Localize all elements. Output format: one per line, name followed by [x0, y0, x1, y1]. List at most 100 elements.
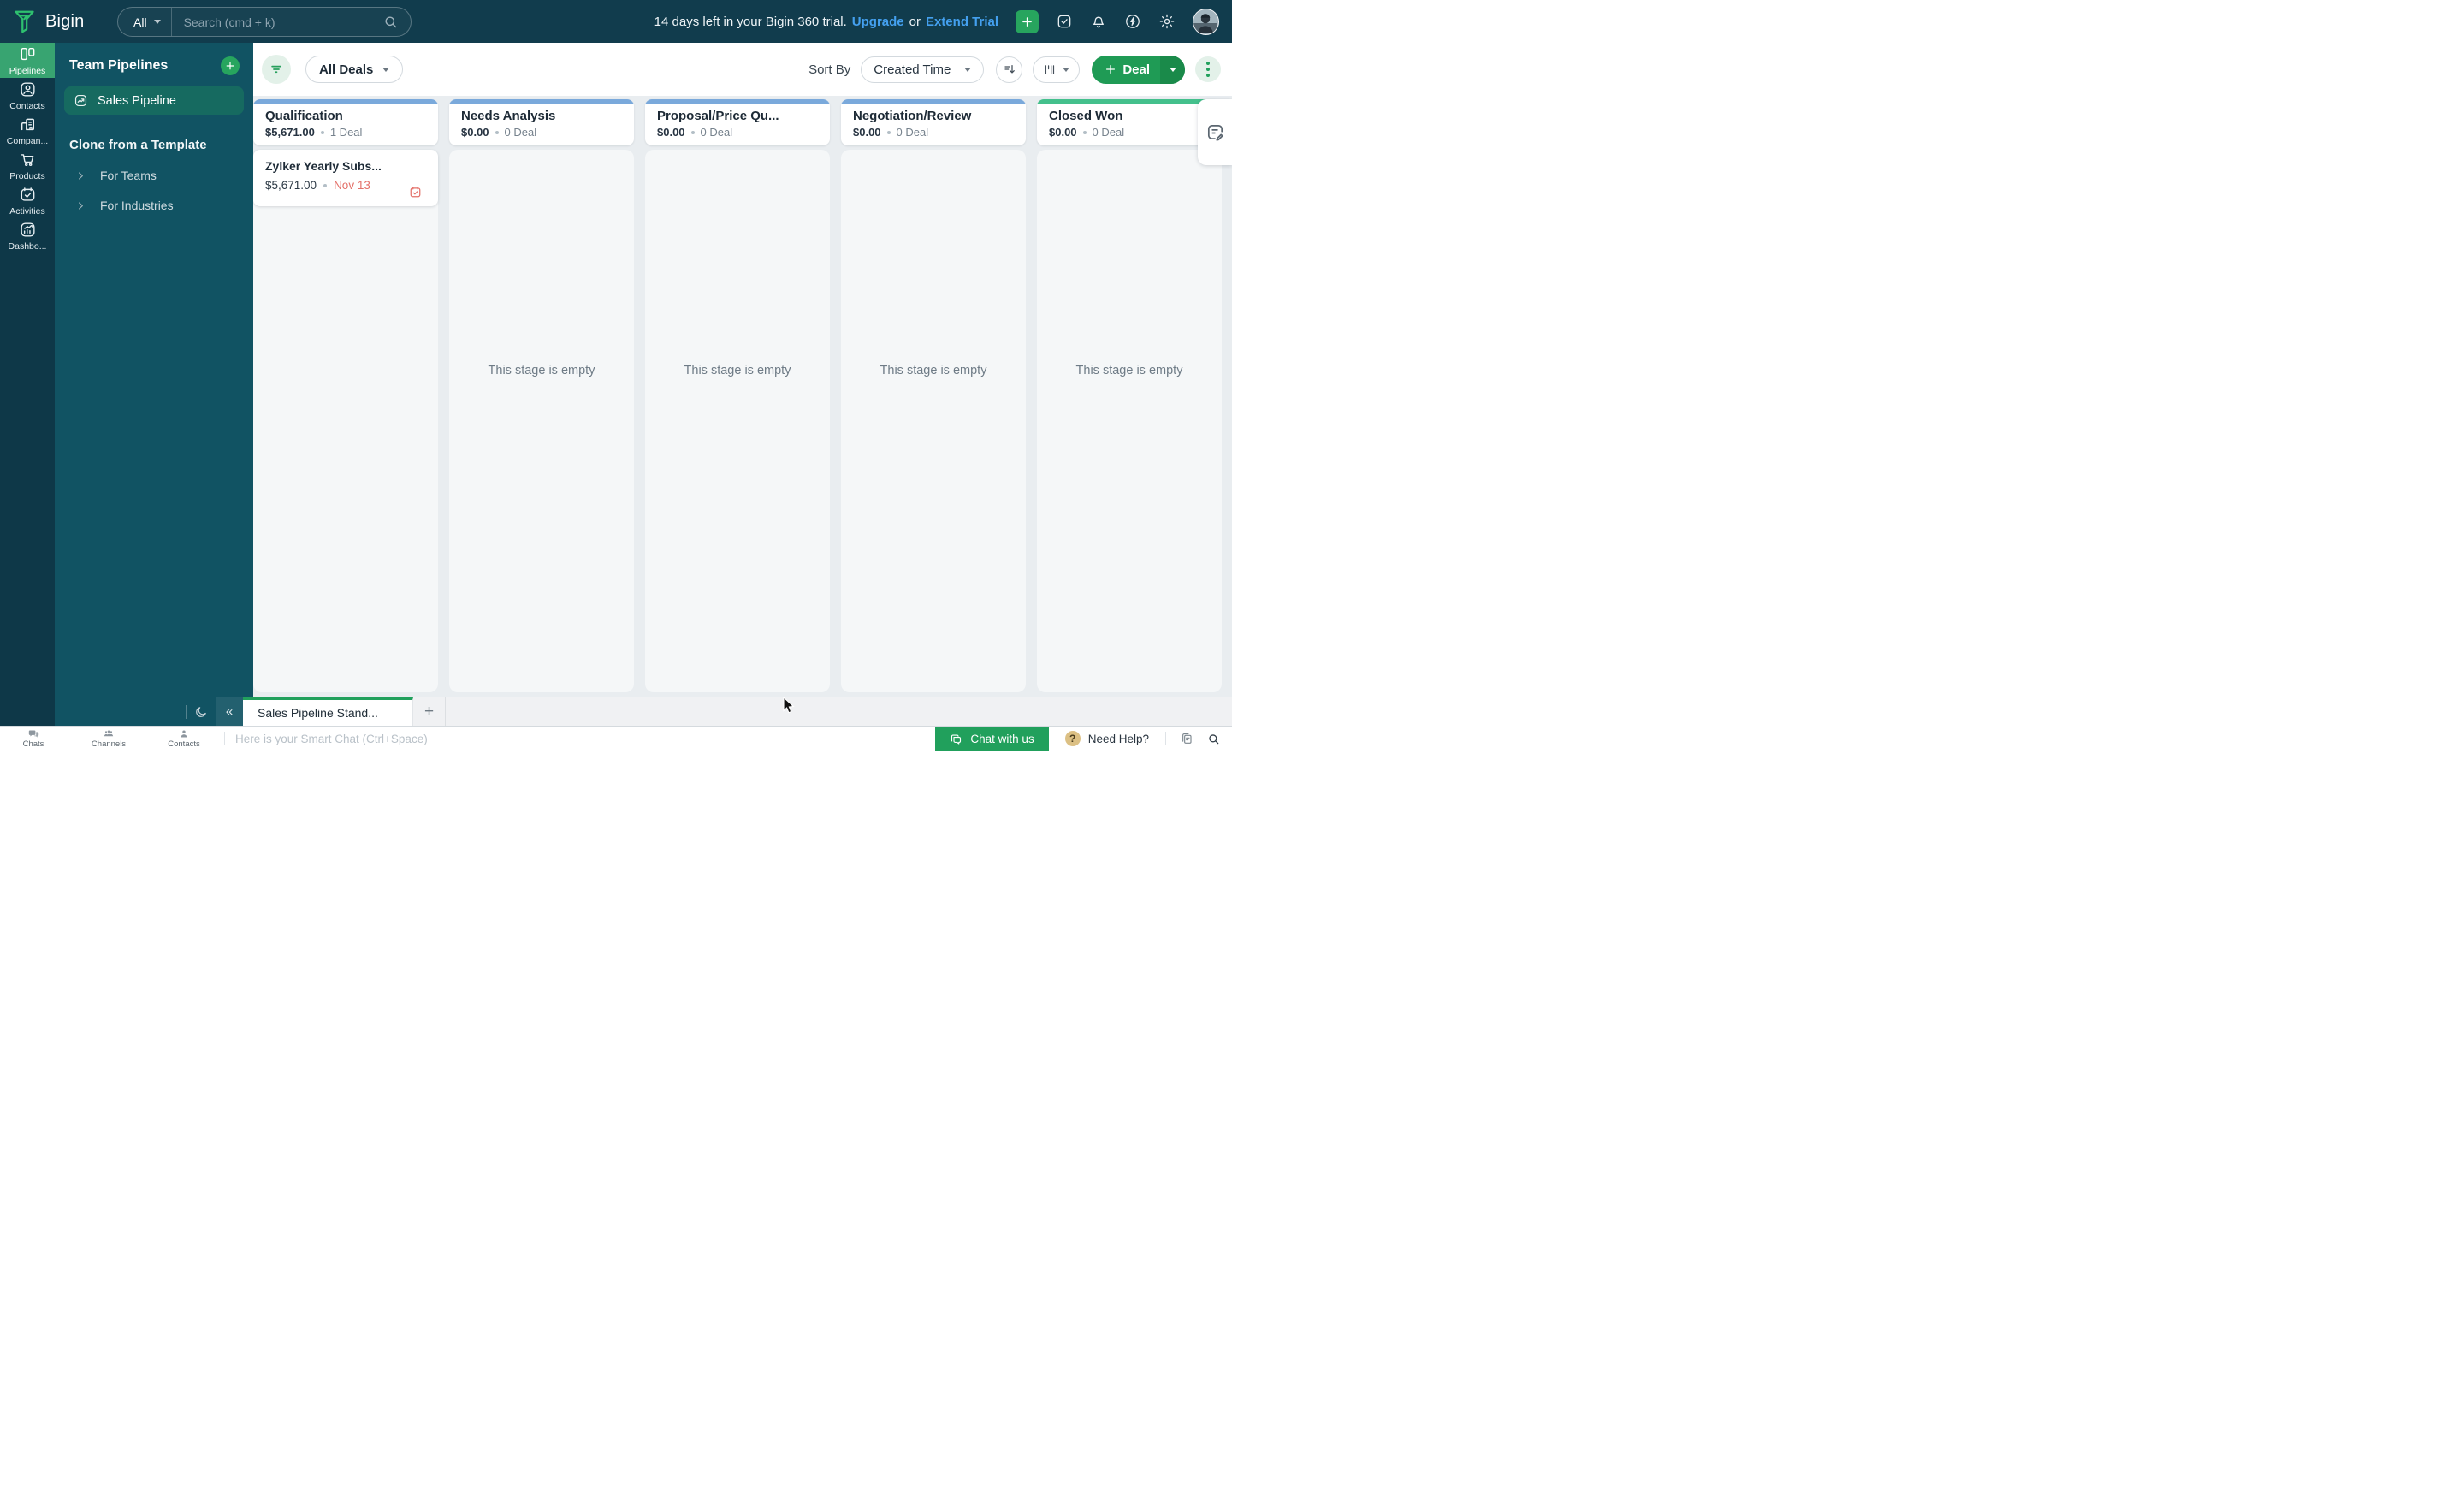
sidebar-item-products[interactable]: Products: [0, 148, 55, 183]
board-columns-view-button[interactable]: [1033, 56, 1080, 83]
add-deal-button[interactable]: Deal: [1092, 56, 1185, 84]
stage-name: Negotiation/Review: [853, 109, 1014, 123]
activities-calendar-icon: [19, 186, 37, 204]
template-group-for-industries[interactable]: For Industries: [76, 199, 253, 212]
stage-header[interactable]: Qualification $5,671.00 1 Deal: [253, 99, 438, 145]
tab-sales-pipeline-standard[interactable]: Sales Pipeline Stand...: [243, 697, 413, 726]
dot-separator: [323, 184, 327, 187]
deal-due-date: Nov 13: [334, 179, 370, 192]
add-pipeline-button[interactable]: [221, 56, 240, 75]
deal-card[interactable]: Zylker Yearly Subs... $5,671.00 Nov 13: [253, 150, 438, 206]
stage-name: Closed Won: [1049, 109, 1210, 123]
trial-banner: 14 days left in your Bigin 360 trial. Up…: [654, 15, 998, 29]
settings-gear-icon[interactable]: [1158, 13, 1176, 30]
search-input[interactable]: [172, 15, 383, 29]
add-deal-main[interactable]: Deal: [1092, 56, 1160, 84]
need-help-label: Need Help?: [1088, 733, 1149, 745]
stage-deal-count: 0 Deal: [505, 126, 537, 139]
empty-stage-text: This stage is empty: [449, 364, 634, 377]
panel-bottom-controls: «: [55, 697, 243, 726]
contacts-button[interactable]: Contacts: [164, 728, 204, 749]
empty-stage-text: This stage is empty: [1037, 364, 1222, 377]
pipeline-tabstrip: Sales Pipeline Stand... +: [243, 697, 1232, 726]
chevron-down-icon: [964, 68, 971, 72]
topbar: Bigin All 14 days left in your Bigin 360…: [0, 0, 1232, 43]
add-tab-button[interactable]: +: [413, 697, 446, 726]
companies-building-icon: [19, 116, 37, 133]
smart-chat-input[interactable]: [225, 733, 935, 745]
sidebar-item-label: Dashbo...: [9, 241, 47, 252]
sidebar-item-contacts[interactable]: Contacts: [0, 78, 55, 113]
deals-view-dropdown[interactable]: All Deals: [305, 56, 403, 83]
template-group-for-teams[interactable]: For Teams: [76, 169, 253, 182]
stage-amount: $5,671.00: [265, 126, 315, 139]
panel-title: Team Pipelines: [69, 58, 168, 74]
dashboards-chart-icon: [19, 221, 37, 239]
stage-body: This stage is empty: [1037, 150, 1222, 692]
stage-column-proposal: Proposal/Price Qu... $0.00 0 Deal This s…: [645, 99, 830, 692]
more-options-button[interactable]: [1195, 56, 1221, 82]
upgrade-link[interactable]: Upgrade: [852, 15, 904, 29]
trial-message: 14 days left in your Bigin 360 trial.: [654, 15, 847, 29]
sort-by-label: Sort By: [808, 62, 850, 77]
notes-panel-toggle[interactable]: [1198, 99, 1232, 165]
stage-name: Qualification: [265, 109, 426, 123]
stage-header[interactable]: Proposal/Price Qu... $0.00 0 Deal: [645, 99, 830, 145]
search-icon[interactable]: [383, 15, 411, 29]
bottom-search-icon[interactable]: [1207, 733, 1220, 745]
chevron-right-icon: [76, 201, 86, 211]
template-group-label: For Industries: [100, 199, 174, 212]
zia-lightning-icon[interactable]: [1124, 13, 1141, 30]
sort-field-dropdown[interactable]: Created Time: [861, 56, 984, 83]
sort-direction-button[interactable]: [996, 56, 1022, 83]
sidebar-item-dashboards[interactable]: Dashbo...: [0, 218, 55, 253]
copy-pages-icon[interactable]: [1180, 732, 1194, 745]
tasks-icon[interactable]: [1056, 13, 1073, 30]
stage-deal-count: 0 Deal: [897, 126, 929, 139]
channels-button[interactable]: Channels: [89, 728, 128, 749]
contact-person-icon: [179, 728, 189, 739]
collapse-panel-button[interactable]: «: [216, 697, 243, 726]
sidebar-item-activities[interactable]: Activities: [0, 183, 55, 218]
app-logo[interactable]: Bigin: [0, 9, 104, 34]
chevron-right-icon: [76, 171, 86, 181]
sort-field-value: Created Time: [874, 62, 951, 77]
chats-button[interactable]: Chats: [14, 728, 53, 749]
or-text: or: [909, 15, 921, 29]
stage-header[interactable]: Closed Won $0.00 0 Deal: [1037, 99, 1222, 145]
deal-title: Zylker Yearly Subs...: [265, 159, 426, 173]
collapse-glyph: «: [226, 704, 233, 719]
trend-chart-icon: [74, 93, 88, 108]
empty-stage-text: This stage is empty: [841, 364, 1026, 377]
pipelines-panel: Team Pipelines Sales Pipeline Clone from…: [55, 43, 253, 726]
stage-amount: $0.00: [461, 126, 489, 139]
overdue-task-calendar-icon[interactable]: [409, 186, 422, 199]
board-toolbar: All Deals Sort By Created Time Deal: [253, 43, 1232, 96]
filter-funnel-icon[interactable]: [262, 55, 291, 84]
stage-column-negotiation: Negotiation/Review $0.00 0 Deal This sta…: [841, 99, 1026, 692]
dark-mode-moon-icon[interactable]: [194, 705, 208, 719]
search-scope-value: All: [133, 15, 147, 29]
quick-add-button[interactable]: [1016, 10, 1039, 33]
sidebar-item-pipelines[interactable]: Pipelines: [0, 43, 55, 78]
stage-header[interactable]: Negotiation/Review $0.00 0 Deal: [841, 99, 1026, 145]
stage-header[interactable]: Needs Analysis $0.00 0 Deal: [449, 99, 634, 145]
user-avatar[interactable]: [1193, 9, 1219, 35]
pipeline-item-label: Sales Pipeline: [98, 94, 176, 108]
main-content: All Deals Sort By Created Time Deal: [253, 43, 1232, 697]
dot-separator: [1083, 131, 1087, 134]
extend-trial-link[interactable]: Extend Trial: [926, 15, 998, 29]
channels-people-icon: [103, 728, 115, 739]
plus-glyph: +: [424, 703, 434, 721]
pipeline-item-sales-pipeline[interactable]: Sales Pipeline: [64, 86, 244, 115]
chat-with-us-button[interactable]: Chat with us: [935, 727, 1048, 751]
stage-deal-count: 1 Deal: [330, 126, 363, 139]
sidebar-item-companies[interactable]: Compan...: [0, 113, 55, 148]
note-edit-icon: [1205, 122, 1225, 142]
stage-name: Proposal/Price Qu...: [657, 109, 818, 123]
search-scope-dropdown[interactable]: All: [118, 15, 171, 29]
add-deal-dropdown[interactable]: [1160, 56, 1185, 84]
notifications-bell-icon[interactable]: [1090, 13, 1107, 30]
pipelines-kanban-icon: [19, 45, 37, 63]
need-help-button[interactable]: ? Need Help?: [1065, 731, 1149, 746]
